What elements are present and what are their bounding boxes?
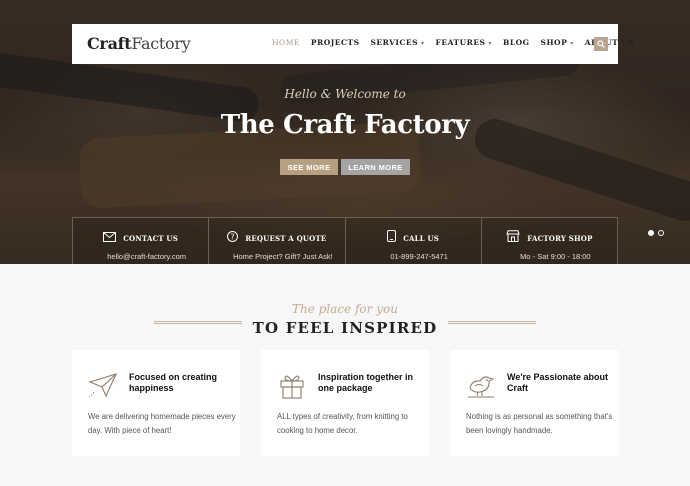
card-text: ALL types of creativity, from knitting t…: [277, 412, 408, 435]
section-title: TO FEEL INSPIRED: [252, 319, 438, 337]
nav-label: SHOP: [540, 38, 568, 47]
slider-dot-active[interactable]: [648, 230, 654, 236]
nav-label: ABOUT US: [584, 38, 635, 47]
info-text: 01-899-247-5471: [390, 252, 448, 261]
paper-plane-icon: [88, 370, 118, 400]
nav-label: SERVICES: [370, 38, 419, 47]
info-shop[interactable]: FACTORY SHOP Mo - Sat 9:00 - 18:00: [482, 218, 617, 264]
chevron-down-icon: ▾: [488, 40, 492, 47]
card-text: We are delivering homemade pieces every …: [88, 412, 236, 435]
card-title: We're Passionate about Craft: [507, 372, 609, 393]
slider-dots: [648, 230, 664, 236]
feature-card: Focused on creating happiness We are del…: [72, 350, 240, 456]
card-title: Inspiration together in one package: [318, 372, 414, 393]
navbar: CraftFactory HOME PROJECTS SERVICES ▾ FEA…: [72, 24, 634, 64]
slider-dot[interactable]: [658, 230, 664, 236]
info-quote[interactable]: ? REQUEST A QUOTE Home Project? Gift? Ju…: [209, 218, 346, 264]
see-more-button[interactable]: SEE MORE: [280, 159, 338, 175]
shop-icon: [506, 229, 520, 247]
feature-card: We're Passionate about Craft Nothing is …: [450, 350, 618, 456]
nav-item-blog[interactable]: BLOG: [503, 38, 530, 47]
nav-item-services[interactable]: SERVICES ▾: [370, 38, 424, 47]
info-call[interactable]: CALL US 01-899-247-5471: [346, 218, 482, 264]
info-title: FACTORY SHOP: [527, 233, 593, 243]
info-text: hello@craft-factory.com: [107, 252, 186, 261]
card-title: Focused on creating happiness: [129, 372, 218, 393]
nav-item-features[interactable]: FEATURES ▾: [436, 38, 492, 47]
nav-item-shop[interactable]: SHOP ▾: [541, 38, 574, 47]
nav-label: BLOG: [502, 38, 530, 47]
logo-light: Factory: [131, 34, 191, 53]
nav-label: PROJECTS: [310, 38, 360, 47]
site-logo[interactable]: CraftFactory: [87, 34, 191, 53]
search-button[interactable]: [594, 37, 608, 51]
logo-bold: Craft: [87, 34, 132, 53]
section-script: The place for you: [292, 302, 398, 316]
info-text: Home Project? Gift? Just Ask!: [233, 252, 333, 261]
question-icon: ?: [227, 229, 239, 247]
info-title: CONTACT US: [123, 233, 178, 243]
nav-item-projects[interactable]: PROJECTS: [311, 38, 360, 47]
info-contact[interactable]: CONTACT US hello@craft-factory.com: [73, 218, 210, 264]
search-icon: [597, 35, 605, 53]
bird-icon: [466, 370, 496, 400]
nav-label: HOME: [272, 38, 300, 47]
svg-text:?: ?: [231, 232, 235, 241]
envelope-icon: [103, 229, 117, 247]
chevron-down-icon: ▾: [421, 40, 425, 47]
feature-card: Inspiration together in one package ALL …: [261, 350, 429, 456]
card-text: Nothing is as personal as something that…: [466, 412, 613, 435]
nav-label: FEATURES: [435, 38, 486, 47]
nav-menu: HOME PROJECTS SERVICES ▾ FEATURES ▾ BLOG S…: [272, 38, 645, 47]
chevron-down-icon: ▾: [570, 40, 574, 47]
learn-more-button[interactable]: LEARN MORE: [341, 159, 410, 175]
info-strip: CONTACT US hello@craft-factory.com ? REQ…: [72, 217, 618, 264]
nav-item-about[interactable]: ABOUT US: [585, 38, 635, 47]
gift-icon: [277, 370, 307, 400]
nav-item-home[interactable]: HOME: [272, 38, 300, 47]
hero-script: Hello & Welcome to: [284, 87, 406, 101]
info-title: REQUEST A QUOTE: [245, 233, 327, 243]
phone-icon: [387, 229, 397, 247]
info-title: CALL US: [403, 233, 440, 243]
hero-title: The Craft Factory: [220, 110, 470, 140]
info-text: Mo - Sat 9:00 - 18:00: [520, 252, 591, 261]
